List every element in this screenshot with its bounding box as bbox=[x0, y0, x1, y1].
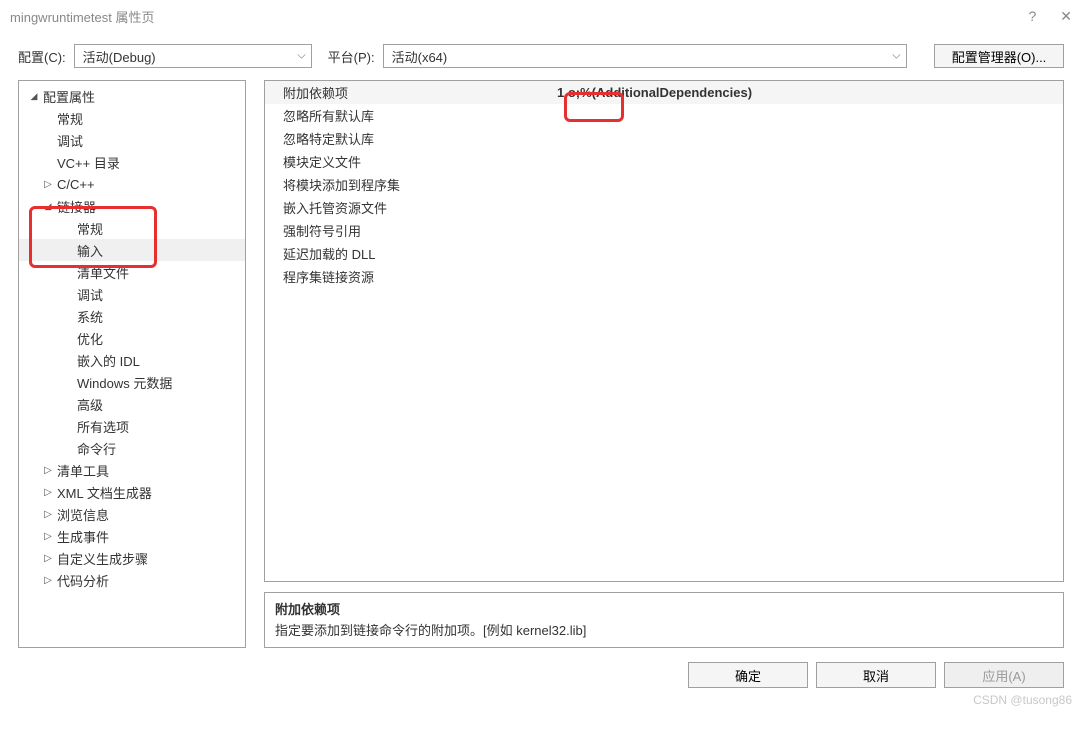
tree-linker-advanced[interactable]: 高级 bbox=[19, 393, 245, 415]
tree-browse[interactable]: 浏览信息 bbox=[19, 503, 245, 525]
chevron-right-icon bbox=[41, 179, 55, 190]
cancel-button[interactable]: 取消 bbox=[816, 662, 936, 688]
tree-panel[interactable]: 配置属性 常规 调试 VC++ 目录 C/C++ 链接器 常规 输入 清单文件 … bbox=[18, 80, 246, 648]
tree-label: XML 文档生成器 bbox=[55, 483, 152, 502]
chevron-right-icon bbox=[41, 575, 55, 586]
prop-row-add-module-assembly[interactable]: 将模块添加到程序集 bbox=[265, 173, 1063, 196]
tree-linker-manifest[interactable]: 清单文件 bbox=[19, 261, 245, 283]
watermark: CSDN @tusong86 bbox=[973, 693, 1072, 707]
tree-label: 常规 bbox=[55, 109, 83, 128]
window-title: mingwruntimetest 属性页 bbox=[10, 7, 1028, 26]
tree-general[interactable]: 常规 bbox=[19, 107, 245, 129]
tree-xml-gen[interactable]: XML 文档生成器 bbox=[19, 481, 245, 503]
tree-label: VC++ 目录 bbox=[55, 153, 120, 172]
titlebar: mingwruntimetest 属性页 ? ✕ bbox=[0, 0, 1082, 32]
chevron-right-icon bbox=[41, 531, 55, 542]
tree-label: 系统 bbox=[75, 307, 103, 326]
tree-label: 常规 bbox=[75, 219, 103, 238]
tree-config-props[interactable]: 配置属性 bbox=[19, 85, 245, 107]
prop-name: 忽略特定默认库 bbox=[265, 129, 549, 148]
prop-name: 程序集链接资源 bbox=[265, 267, 549, 286]
platform-label: 平台(P): bbox=[328, 47, 375, 66]
tree-label: C/C++ bbox=[55, 177, 95, 192]
chevron-right-icon bbox=[41, 509, 55, 520]
tree-linker[interactable]: 链接器 bbox=[19, 195, 245, 217]
tree-build-events[interactable]: 生成事件 bbox=[19, 525, 245, 547]
prop-name: 附加依赖项 bbox=[265, 83, 549, 102]
apply-button[interactable]: 应用(A) bbox=[944, 662, 1064, 688]
prop-name: 忽略所有默认库 bbox=[265, 106, 549, 125]
tree-label: 优化 bbox=[75, 329, 103, 348]
prop-name: 将模块添加到程序集 bbox=[265, 175, 549, 194]
tree-ccpp[interactable]: C/C++ bbox=[19, 173, 245, 195]
chevron-right-icon bbox=[41, 487, 55, 498]
prop-row-force-symbol-ref[interactable]: 强制符号引用 bbox=[265, 219, 1063, 242]
tree-linker-input[interactable]: 输入 bbox=[19, 239, 245, 261]
tree-linker-allopts[interactable]: 所有选项 bbox=[19, 415, 245, 437]
tree-linker-system[interactable]: 系统 bbox=[19, 305, 245, 327]
tree-label: 清单工具 bbox=[55, 461, 109, 480]
prop-name: 嵌入托管资源文件 bbox=[265, 198, 549, 217]
tree-code-analysis[interactable]: 代码分析 bbox=[19, 569, 245, 591]
tree-label: 浏览信息 bbox=[55, 505, 109, 524]
props-grid[interactable]: 附加依赖项 1.o;%(AdditionalDependencies) 忽略所有… bbox=[264, 80, 1064, 582]
prop-row-ignore-specific-default[interactable]: 忽略特定默认库 bbox=[265, 127, 1063, 150]
prop-row-ignore-all-default[interactable]: 忽略所有默认库 bbox=[265, 104, 1063, 127]
config-select-value: 活动(Debug) bbox=[83, 47, 156, 66]
close-icon[interactable]: ✕ bbox=[1060, 8, 1072, 25]
tree-label: 调试 bbox=[75, 285, 103, 304]
chevron-right-icon bbox=[41, 465, 55, 476]
chevron-right-icon bbox=[41, 553, 55, 564]
tree-label: 所有选项 bbox=[75, 417, 129, 436]
tree-linker-cmdline[interactable]: 命令行 bbox=[19, 437, 245, 459]
tree-label: Windows 元数据 bbox=[75, 373, 172, 392]
tree-label: 自定义生成步骤 bbox=[55, 549, 148, 568]
help-icon[interactable]: ? bbox=[1028, 8, 1036, 25]
description-title: 附加依赖项 bbox=[275, 599, 1053, 618]
tree-linker-idl[interactable]: 嵌入的 IDL bbox=[19, 349, 245, 371]
tree-label: 配置属性 bbox=[41, 87, 95, 106]
right-panel: 附加依赖项 1.o;%(AdditionalDependencies) 忽略所有… bbox=[264, 80, 1064, 648]
config-select[interactable]: 活动(Debug) bbox=[74, 44, 312, 68]
description-panel: 附加依赖项 指定要添加到链接命令行的附加项。[例如 kernel32.lib] bbox=[264, 592, 1064, 648]
main-area: 配置属性 常规 调试 VC++ 目录 C/C++ 链接器 常规 输入 清单文件 … bbox=[0, 80, 1082, 648]
prop-row-assembly-link-resource[interactable]: 程序集链接资源 bbox=[265, 265, 1063, 288]
tree-label: 输入 bbox=[75, 241, 103, 260]
ok-button[interactable]: 确定 bbox=[688, 662, 808, 688]
platform-select[interactable]: 活动(x64) bbox=[383, 44, 907, 68]
tree-linker-optimize[interactable]: 优化 bbox=[19, 327, 245, 349]
description-text: 指定要添加到链接命令行的附加项。[例如 kernel32.lib] bbox=[275, 620, 1053, 639]
tree-linker-winmd[interactable]: Windows 元数据 bbox=[19, 371, 245, 393]
tree-linker-general[interactable]: 常规 bbox=[19, 217, 245, 239]
tree-label: 清单文件 bbox=[75, 263, 129, 282]
dialog-footer: 确定 取消 应用(A) bbox=[0, 648, 1082, 688]
prop-row-additional-deps[interactable]: 附加依赖项 1.o;%(AdditionalDependencies) bbox=[265, 81, 1063, 104]
tree-debug[interactable]: 调试 bbox=[19, 129, 245, 151]
chevron-down-icon bbox=[41, 201, 55, 212]
prop-value[interactable]: 1.o;%(AdditionalDependencies) bbox=[549, 85, 1063, 100]
tree-linker-debug[interactable]: 调试 bbox=[19, 283, 245, 305]
tree-label: 嵌入的 IDL bbox=[75, 351, 140, 370]
prop-row-module-def[interactable]: 模块定义文件 bbox=[265, 150, 1063, 173]
tree-label: 命令行 bbox=[75, 439, 116, 458]
tree-vcdir[interactable]: VC++ 目录 bbox=[19, 151, 245, 173]
tree-label: 生成事件 bbox=[55, 527, 109, 546]
prop-name: 模块定义文件 bbox=[265, 152, 549, 171]
tree-custom-build[interactable]: 自定义生成步骤 bbox=[19, 547, 245, 569]
prop-name: 延迟加载的 DLL bbox=[265, 244, 549, 263]
chevron-down-icon bbox=[27, 91, 41, 102]
prop-name: 强制符号引用 bbox=[265, 221, 549, 240]
tree-label: 链接器 bbox=[55, 197, 96, 216]
tree-label: 调试 bbox=[55, 131, 83, 150]
config-manager-button[interactable]: 配置管理器(O)... bbox=[934, 44, 1064, 68]
config-toolbar: 配置(C): 活动(Debug) 平台(P): 活动(x64) 配置管理器(O)… bbox=[0, 32, 1082, 80]
tree-label: 高级 bbox=[75, 395, 103, 414]
prop-row-delay-load-dll[interactable]: 延迟加载的 DLL bbox=[265, 242, 1063, 265]
platform-select-value: 活动(x64) bbox=[392, 47, 448, 66]
prop-row-embed-managed-resource[interactable]: 嵌入托管资源文件 bbox=[265, 196, 1063, 219]
tree-label: 代码分析 bbox=[55, 571, 109, 590]
config-label: 配置(C): bbox=[18, 47, 66, 66]
tree-manifest-tool[interactable]: 清单工具 bbox=[19, 459, 245, 481]
window-controls: ? ✕ bbox=[1028, 8, 1072, 25]
